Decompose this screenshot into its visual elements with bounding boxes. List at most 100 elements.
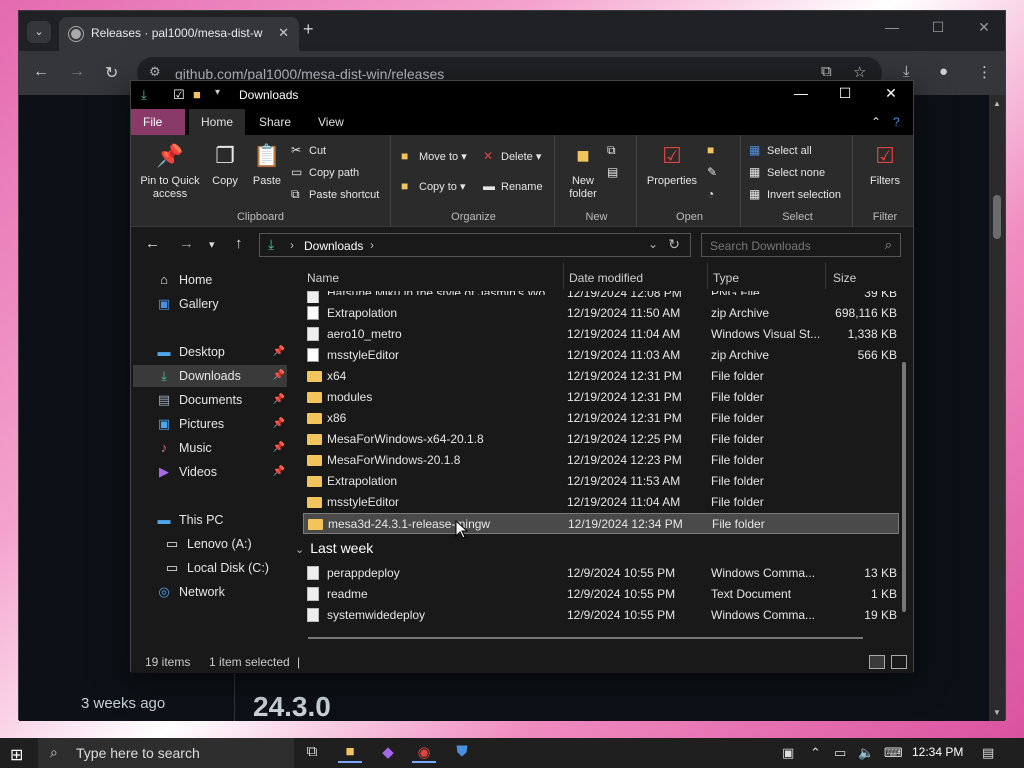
explorer-minimize-button[interactable]: — (781, 85, 821, 101)
browser-close-button[interactable]: ✕ (969, 19, 999, 36)
group-header-last-week[interactable]: ⌄ Last week (295, 537, 373, 559)
tab-home[interactable]: Home (189, 109, 246, 135)
paste-shortcut-button[interactable]: ⧉ Paste shortcut (291, 187, 379, 202)
network-icon[interactable]: ▭ (834, 745, 846, 761)
tab-view[interactable]: View (306, 109, 356, 135)
chrome-icon[interactable]: ◉ (412, 743, 436, 763)
address-history-icon[interactable]: ⌄ (648, 237, 658, 251)
details-view-button[interactable] (869, 655, 885, 669)
file-list-hscrollbar[interactable] (308, 637, 863, 639)
file-row[interactable]: Hatsune Miku in the style of Jasmin's Wo… (303, 291, 899, 303)
nav-downloads[interactable]: ⤓ Downloads 📌 (133, 365, 287, 387)
column-divider[interactable] (825, 263, 826, 289)
paste-button[interactable]: 📋 Paste (247, 141, 287, 188)
folder-row[interactable]: MesaForWindows-x64-20.1.8 12/19/2024 12:… (303, 429, 899, 450)
nav-videos[interactable]: ▶ Videos 📌 (133, 461, 287, 483)
invert-selection-button[interactable]: ▦ Invert selection (749, 187, 841, 201)
qa-dropdown-icon[interactable]: ▾ (215, 87, 220, 98)
device-icon[interactable]: ▣ (782, 745, 794, 761)
properties-qa-icon[interactable]: ☑ (173, 87, 185, 103)
bookmark-star-icon[interactable]: ☆ (853, 63, 866, 81)
pin-icon[interactable]: 📌 (273, 461, 285, 483)
notifications-icon[interactable]: ▤ (982, 745, 994, 761)
file-row[interactable]: systemwidedeploy 12/9/2024 10:55 PM Wind… (303, 605, 899, 626)
nav-lenovo-drive[interactable]: ▭ Lenovo (A:) (133, 533, 287, 555)
new-tab-button[interactable]: + (303, 19, 314, 40)
move-to-button[interactable]: ■ Move to ▾ (401, 149, 467, 163)
tab-share[interactable]: Share (247, 109, 303, 135)
install-app-icon[interactable]: ⧉ (821, 63, 832, 80)
explorer-close-button[interactable]: ✕ (871, 85, 911, 102)
browser-maximize-button[interactable]: ☐ (923, 19, 953, 36)
column-date[interactable]: Date modified (569, 267, 643, 289)
file-explorer-icon[interactable]: ■ (338, 743, 362, 763)
column-type[interactable]: Type (713, 267, 739, 289)
file-list-scrollbar[interactable] (902, 362, 906, 612)
filters-button[interactable]: ☑ Filters (863, 141, 907, 188)
task-view-icon[interactable]: ⧉ (300, 743, 324, 763)
column-size[interactable]: Size (833, 267, 856, 289)
recent-locations-icon[interactable]: ▾ (209, 238, 215, 251)
delete-button[interactable]: ✕ Delete ▾ (483, 149, 541, 163)
profile-icon[interactable]: ● (939, 63, 948, 80)
copy-path-button[interactable]: ▭ Copy path (291, 165, 359, 179)
visual-studio-icon[interactable]: ◆ (376, 743, 400, 763)
select-none-button[interactable]: ▦ Select none (749, 165, 825, 179)
explorer-back-icon[interactable]: ← (145, 235, 160, 252)
nav-gallery[interactable]: ▣ Gallery (133, 293, 287, 315)
scroll-down-icon[interactable]: ▼ (993, 708, 1001, 717)
explorer-forward-icon[interactable]: → (179, 235, 194, 252)
pin-icon[interactable]: 📌 (273, 437, 285, 459)
up-folder-icon[interactable]: ↑ (235, 235, 243, 252)
defender-shield-icon[interactable]: ⛊ (450, 743, 474, 763)
folder-row[interactable]: Extrapolation 12/19/2024 11:53 AM File f… (303, 471, 899, 492)
menu-kebab-icon[interactable]: ⋮ (977, 63, 992, 81)
properties-button[interactable]: ☑ Properties (645, 141, 699, 188)
file-row[interactable]: Extrapolation 12/19/2024 11:50 AM zip Ar… (303, 303, 899, 324)
file-row[interactable]: aero10_metro 12/19/2024 11:04 AM Windows… (303, 324, 899, 345)
column-divider[interactable] (563, 263, 564, 289)
explorer-address-bar[interactable]: ⤓ › Downloads › ⌄ ↻ (259, 233, 691, 257)
folder-row[interactable]: x64 12/19/2024 12:31 PM File folder (303, 366, 899, 387)
rename-button[interactable]: ▬ Rename (483, 179, 543, 193)
release-version[interactable]: 24.3.0 (253, 691, 331, 723)
nav-home[interactable]: ⌂ Home (133, 269, 287, 291)
folder-row[interactable]: modules 12/19/2024 12:31 PM File folder (303, 387, 899, 408)
file-row[interactable]: perappdeploy 12/9/2024 10:55 PM Windows … (303, 563, 899, 584)
pin-icon[interactable]: 📌 (273, 365, 285, 387)
keyboard-icon[interactable]: ⌨ (884, 745, 903, 761)
breadcrumb-chevron-icon[interactable]: › (370, 238, 374, 252)
pin-quick-access-button[interactable]: 📌 Pin to Quick access (137, 141, 203, 201)
nav-music[interactable]: ♪ Music 📌 (133, 437, 287, 459)
browser-minimize-button[interactable]: — (877, 19, 907, 35)
history-button[interactable]: ◔ (707, 187, 725, 201)
breadcrumb-chevron-icon[interactable]: › (290, 238, 294, 252)
collapse-ribbon-icon[interactable]: ⌃ (871, 109, 881, 135)
tab-search-button[interactable]: ⌄ (27, 21, 51, 43)
collapse-chevron-icon[interactable]: ⌄ (295, 544, 304, 556)
pin-icon[interactable]: 📌 (273, 341, 285, 363)
edit-button[interactable]: ✎ (707, 165, 725, 179)
tab-file[interactable]: File (131, 109, 185, 135)
tray-chevron-icon[interactable]: ⌃ (810, 745, 821, 761)
browser-tab[interactable]: Releases · pal1000/mesa-dist-w ✕ (59, 17, 299, 51)
nav-desktop[interactable]: ▬ Desktop 📌 (133, 341, 287, 363)
breadcrumb-downloads[interactable]: Downloads (304, 239, 363, 253)
folder-row-selected[interactable]: mesa3d-24.3.1-release-mingw 12/19/2024 1… (303, 513, 899, 534)
pin-icon[interactable]: 📌 (273, 413, 285, 435)
pin-icon[interactable]: 📌 (273, 389, 285, 411)
folder-row[interactable]: MesaForWindows-20.1.8 12/19/2024 12:23 P… (303, 450, 899, 471)
easy-access-button[interactable]: ▤ (607, 165, 625, 179)
refresh-icon[interactable]: ↻ (668, 236, 680, 253)
nav-documents[interactable]: ▤ Documents 📌 (133, 389, 287, 411)
scrollbar-thumb[interactable] (993, 195, 1001, 239)
nav-pictures[interactable]: ▣ Pictures 📌 (133, 413, 287, 435)
nav-network[interactable]: ◎ Network (133, 581, 287, 603)
explorer-search-box[interactable]: Search Downloads ⌕ (701, 233, 901, 257)
scroll-up-icon[interactable]: ▲ (993, 99, 1001, 108)
column-name[interactable]: Name (307, 267, 339, 289)
volume-muted-icon[interactable]: 🔈 (858, 745, 874, 761)
open-button[interactable]: ■ (707, 143, 725, 157)
nav-local-disk[interactable]: ▭ Local Disk (C:) (133, 557, 287, 579)
new-item-button[interactable]: ⧉ (607, 143, 625, 158)
